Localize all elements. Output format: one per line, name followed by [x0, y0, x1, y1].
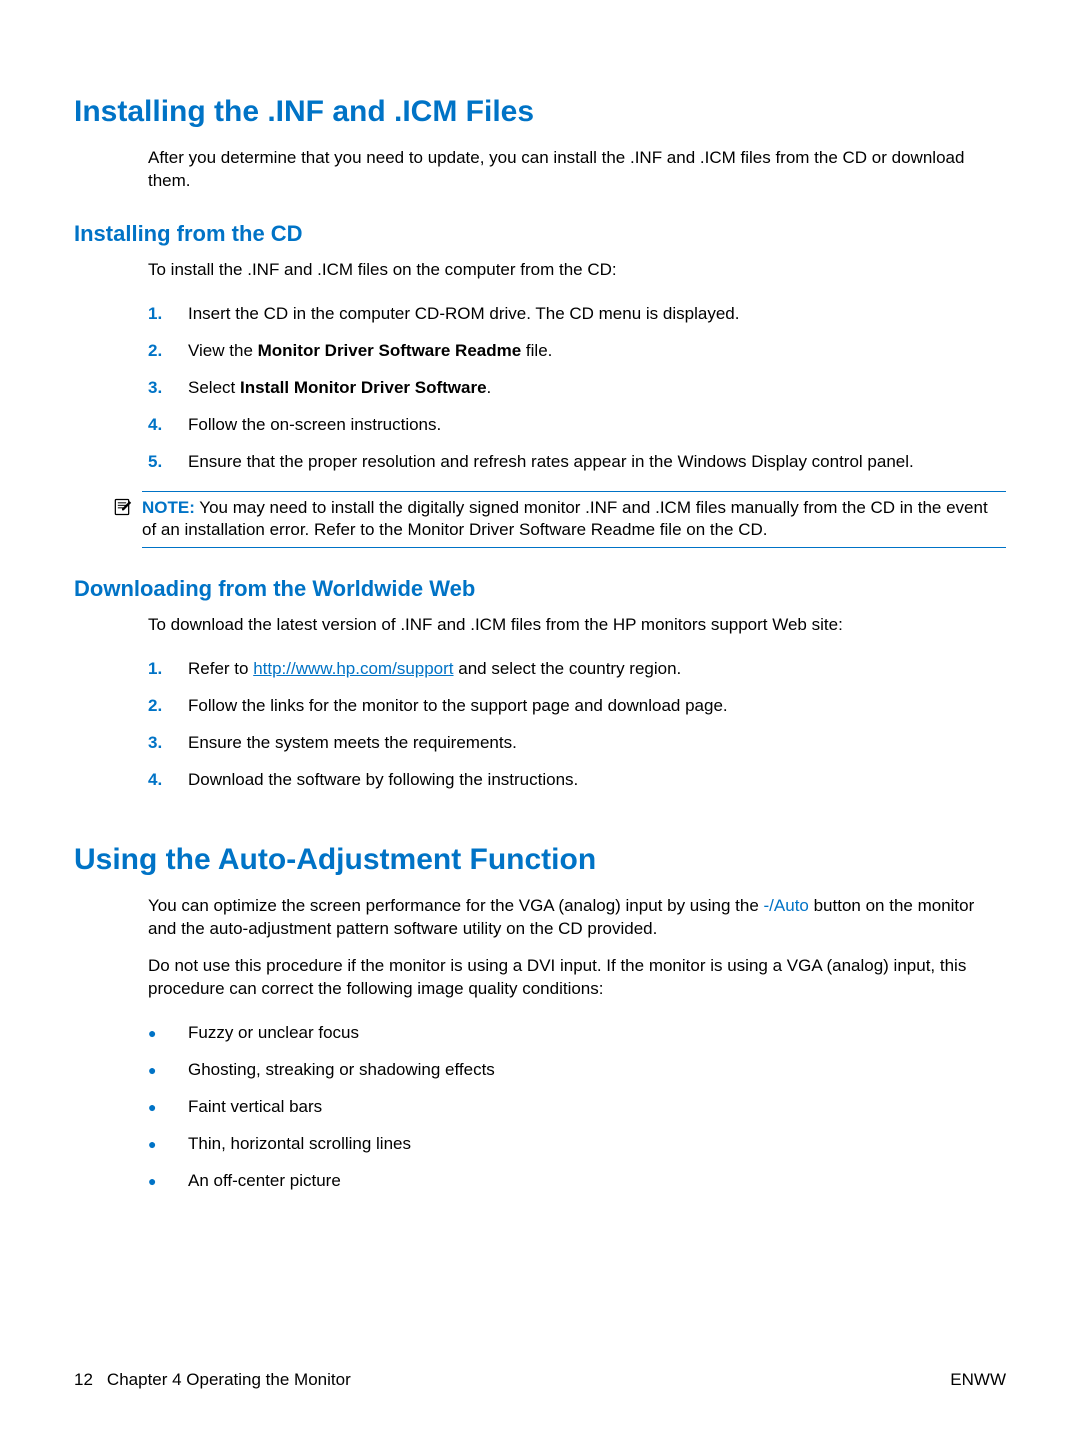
list-item: 3. Ensure the system meets the requireme… [148, 725, 1006, 762]
web-download-steps: 1. Refer to http://www.hp.com/support an… [148, 651, 1006, 799]
step-number: 2. [148, 695, 188, 718]
bullet-icon: ● [148, 1172, 188, 1191]
step-number: 1. [148, 658, 188, 681]
page-number: 12 [74, 1370, 93, 1390]
step-text: Insert the CD in the computer CD-ROM dri… [188, 303, 739, 326]
step-text: Download the software by following the i… [188, 769, 578, 792]
section1-intro: After you determine that you need to upd… [148, 147, 1006, 193]
subsection-heading-install-cd: Installing from the CD [74, 221, 1006, 247]
step-number: 4. [148, 414, 188, 437]
step-number: 5. [148, 451, 188, 474]
note-text: You may need to install the digitally si… [142, 498, 988, 540]
bullet-text: Fuzzy or unclear focus [188, 1022, 359, 1045]
image-quality-conditions: ● Fuzzy or unclear focus ● Ghosting, str… [148, 1015, 1006, 1200]
step-text: Select Install Monitor Driver Software. [188, 377, 491, 400]
step-text: View the Monitor Driver Software Readme … [188, 340, 552, 363]
section-heading-auto-adjust: Using the Auto-Adjustment Function [74, 843, 1006, 877]
step-number: 2. [148, 340, 188, 363]
auto-adjust-p1: You can optimize the screen performance … [148, 895, 1006, 941]
step-text: Follow the links for the monitor to the … [188, 695, 728, 718]
list-item: ● An off-center picture [148, 1163, 1006, 1200]
bullet-icon: ● [148, 1024, 188, 1043]
list-item: 5. Ensure that the proper resolution and… [148, 444, 1006, 481]
list-item: 3. Select Install Monitor Driver Softwar… [148, 370, 1006, 407]
bullet-icon: ● [148, 1098, 188, 1117]
auto-button-label: -/Auto [764, 896, 809, 915]
support-link[interactable]: http://www.hp.com/support [253, 659, 453, 678]
note-label: NOTE: [142, 498, 195, 517]
subsection-heading-download-web: Downloading from the Worldwide Web [74, 576, 1006, 602]
note-icon [112, 497, 132, 517]
bullet-text: Thin, horizontal scrolling lines [188, 1133, 411, 1156]
list-item: ● Faint vertical bars [148, 1089, 1006, 1126]
list-item: 2. View the Monitor Driver Software Read… [148, 333, 1006, 370]
step-number: 1. [148, 303, 188, 326]
bullet-icon: ● [148, 1061, 188, 1080]
list-item: ● Ghosting, streaking or shadowing effec… [148, 1052, 1006, 1089]
sub1-intro: To install the .INF and .ICM files on th… [148, 259, 1006, 282]
chapter-label: Chapter 4 Operating the Monitor [107, 1370, 351, 1390]
step-text: Follow the on-screen instructions. [188, 414, 441, 437]
note-callout: NOTE: You may need to install the digita… [112, 491, 1006, 549]
bullet-text: Faint vertical bars [188, 1096, 322, 1119]
step-text: Refer to http://www.hp.com/support and s… [188, 658, 681, 681]
auto-adjust-p2: Do not use this procedure if the monitor… [148, 955, 1006, 1001]
list-item: 1. Insert the CD in the computer CD-ROM … [148, 296, 1006, 333]
bullet-text: An off-center picture [188, 1170, 341, 1193]
note-content: NOTE: You may need to install the digita… [142, 491, 1006, 549]
bullet-icon: ● [148, 1135, 188, 1154]
list-item: 4. Follow the on-screen instructions. [148, 407, 1006, 444]
list-item: 1. Refer to http://www.hp.com/support an… [148, 651, 1006, 688]
cd-install-steps: 1. Insert the CD in the computer CD-ROM … [148, 296, 1006, 481]
step-number: 4. [148, 769, 188, 792]
section-heading-install-files: Installing the .INF and .ICM Files [74, 95, 1006, 129]
list-item: ● Thin, horizontal scrolling lines [148, 1126, 1006, 1163]
step-text: Ensure the system meets the requirements… [188, 732, 517, 755]
list-item: 2. Follow the links for the monitor to t… [148, 688, 1006, 725]
step-number: 3. [148, 732, 188, 755]
step-number: 3. [148, 377, 188, 400]
step-text: Ensure that the proper resolution and re… [188, 451, 914, 474]
page-footer: 12 Chapter 4 Operating the Monitor ENWW [74, 1370, 1006, 1390]
list-item: ● Fuzzy or unclear focus [148, 1015, 1006, 1052]
sub2-intro: To download the latest version of .INF a… [148, 614, 1006, 637]
list-item: 4. Download the software by following th… [148, 762, 1006, 799]
bullet-text: Ghosting, streaking or shadowing effects [188, 1059, 495, 1082]
footer-right-label: ENWW [950, 1370, 1006, 1390]
